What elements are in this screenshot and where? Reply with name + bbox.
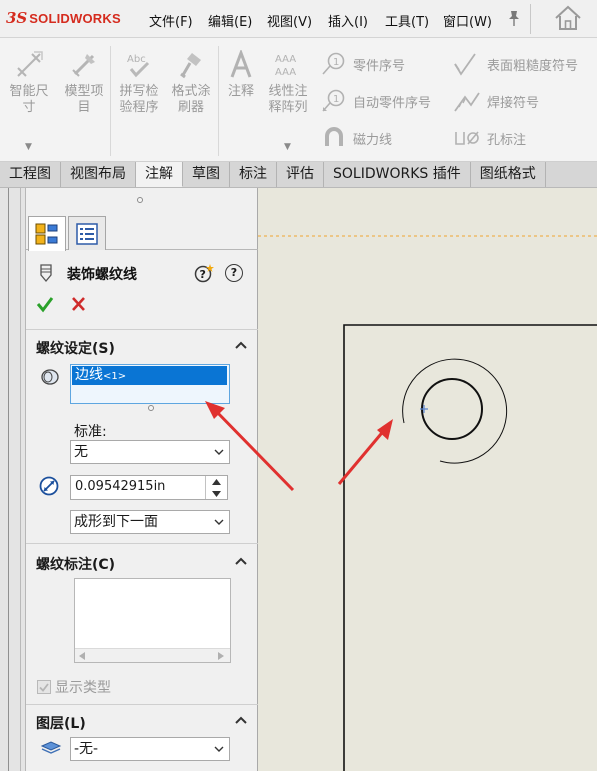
red-arrow-to-thread-arc xyxy=(337,419,393,485)
red-arrow-to-edge-list xyxy=(205,401,295,492)
annotation-arrows-layer xyxy=(205,401,393,492)
